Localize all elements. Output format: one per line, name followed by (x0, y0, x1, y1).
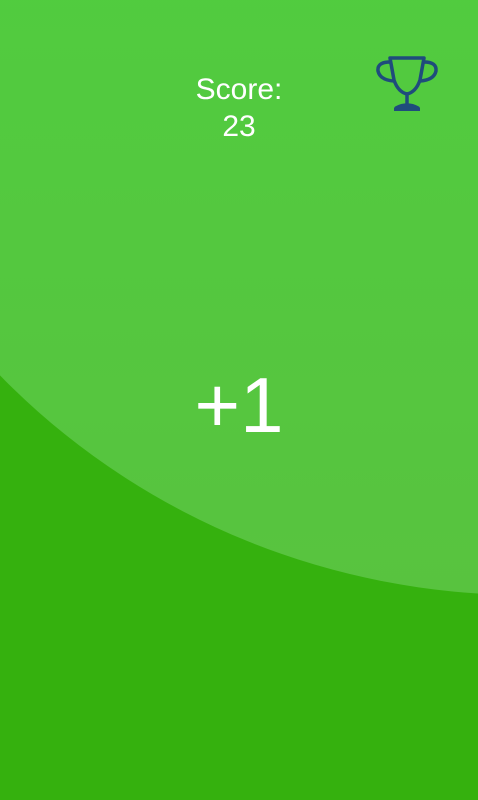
trophy-icon (376, 56, 438, 111)
plus-one-popup: +1 (194, 361, 284, 449)
leaderboard-button[interactable] (372, 54, 442, 116)
game-screen[interactable]: Score: 23 +1 (0, 0, 478, 800)
